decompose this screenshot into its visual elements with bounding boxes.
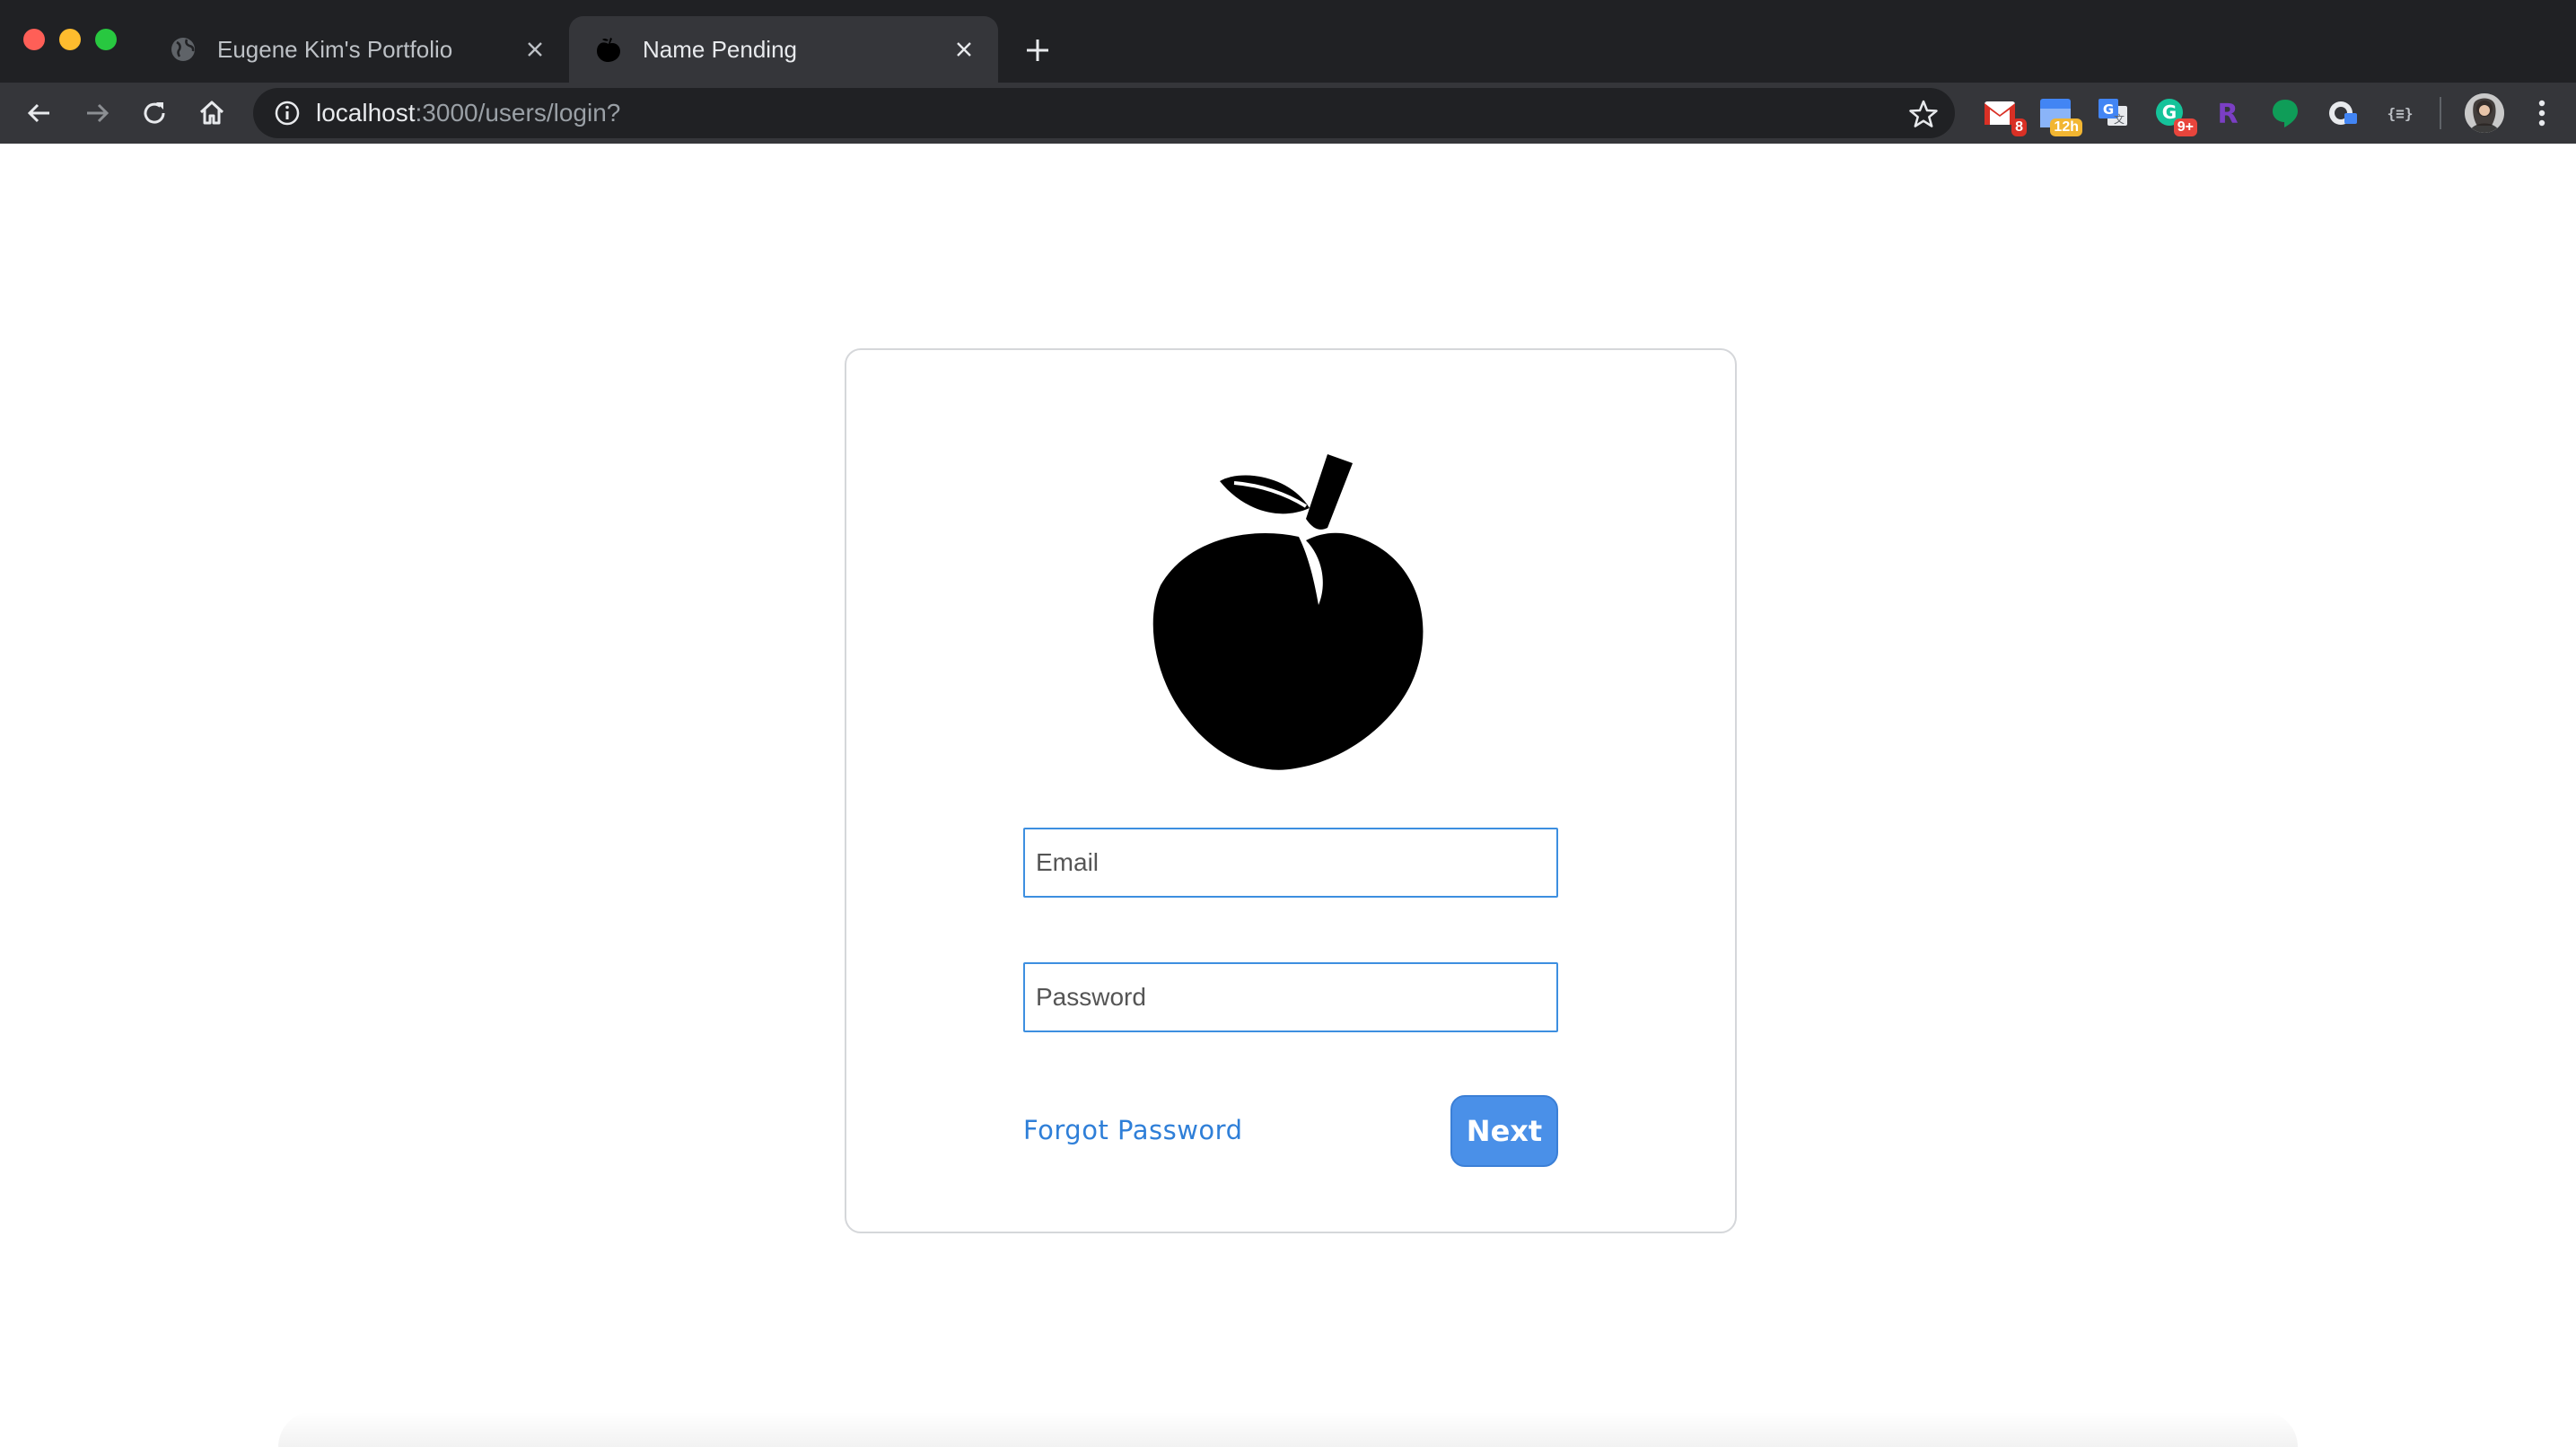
forward-button[interactable]	[79, 95, 115, 131]
grammarly-extension-icon[interactable]: G 9+	[2152, 95, 2197, 136]
svg-text:文: 文	[2114, 112, 2125, 126]
browser-toolbar: localhost:3000/users/login? 8 12h G文 G 9…	[0, 83, 2576, 144]
close-icon[interactable]	[522, 37, 548, 62]
minimize-window-button[interactable]	[59, 29, 81, 50]
email-field[interactable]	[1023, 828, 1558, 898]
tab-portfolio[interactable]: Eugene Kim's Portfolio	[144, 16, 569, 83]
reload-icon	[144, 102, 165, 124]
gmail-extension-icon[interactable]: 8	[1982, 95, 2027, 136]
toolbar-divider	[2440, 97, 2441, 129]
forgot-password-link[interactable]: Forgot Password	[1023, 1115, 1243, 1145]
bottom-shadow	[278, 1411, 2298, 1447]
lastpass-extension-icon[interactable]	[2325, 95, 2361, 131]
maximize-window-button[interactable]	[95, 29, 117, 50]
close-window-button[interactable]	[23, 29, 45, 50]
apple-icon	[597, 38, 620, 62]
url-path: :3000/users/login?	[415, 99, 621, 127]
back-button[interactable]	[22, 95, 57, 131]
hangouts-extension-icon[interactable]	[2267, 95, 2303, 131]
r-extension-icon[interactable]: R	[2210, 95, 2246, 131]
tab-name-pending[interactable]: Name Pending	[569, 16, 998, 83]
json-extension-icon[interactable]: {≡}	[2382, 95, 2418, 131]
arrow-left-icon	[27, 103, 49, 123]
tab-title: Eugene Kim's Portfolio	[217, 35, 453, 63]
home-button[interactable]	[194, 95, 230, 131]
reload-button[interactable]	[136, 95, 172, 131]
apple-icon	[1152, 454, 1424, 770]
star-icon[interactable]	[1908, 99, 1939, 129]
page-content: Forgot Password Next	[0, 144, 2576, 1447]
browser-menu-button[interactable]	[2524, 95, 2560, 131]
gmail-badge: 8	[2011, 118, 2027, 136]
home-icon	[199, 101, 224, 125]
svg-text:{≡}: {≡}	[2388, 105, 2414, 122]
new-tab-button[interactable]	[1020, 32, 1056, 68]
calendar-extension-icon[interactable]: 12h	[2037, 95, 2082, 136]
login-card: Forgot Password Next	[845, 348, 1737, 1233]
tab-title: Name Pending	[643, 35, 797, 63]
next-button[interactable]: Next	[1450, 1095, 1558, 1167]
arrow-right-icon	[87, 103, 110, 123]
tab-strip: Eugene Kim's Portfolio Name Pending	[0, 0, 2576, 83]
globe-icon	[171, 38, 195, 61]
calendar-badge: 12h	[2050, 118, 2082, 136]
translate-extension-icon[interactable]: G文	[2095, 95, 2131, 131]
plus-icon	[1027, 39, 1048, 61]
info-icon[interactable]	[273, 99, 302, 127]
grammarly-badge: 9+	[2173, 118, 2197, 136]
svg-text:G: G	[2103, 101, 2114, 118]
avatar[interactable]	[2465, 93, 2504, 133]
password-field[interactable]	[1023, 962, 1558, 1032]
url-host: localhost	[316, 99, 416, 127]
address-bar[interactable]: localhost:3000/users/login?	[253, 88, 1955, 138]
browser-chrome: Eugene Kim's Portfolio Name Pending loca…	[0, 0, 2576, 144]
close-icon[interactable]	[951, 37, 977, 62]
svg-text:R: R	[2217, 99, 2238, 129]
more-vertical-icon	[2538, 100, 2545, 127]
